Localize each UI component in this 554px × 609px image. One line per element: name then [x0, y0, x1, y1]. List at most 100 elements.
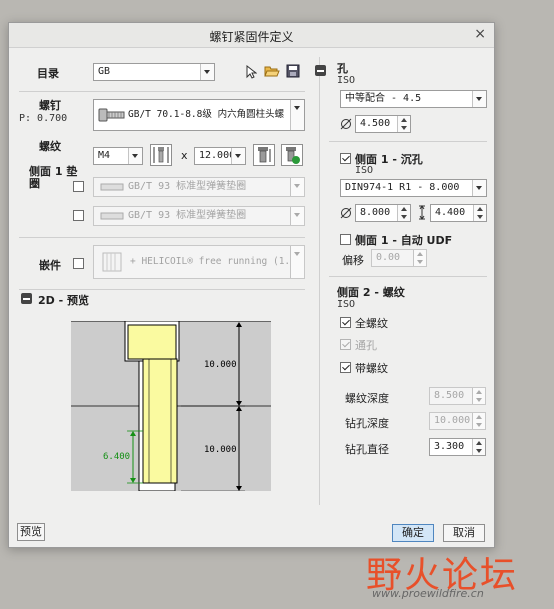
counterbore-depth-value: 4.400	[435, 207, 466, 218]
spinner-arrows[interactable]	[413, 250, 426, 266]
drill-diameter-value: 3.300	[434, 441, 465, 452]
thread-size-value: M4	[98, 150, 111, 161]
tapped-label: 带螺纹	[355, 362, 388, 375]
length-measure-icon	[258, 147, 271, 163]
fit-select[interactable]: 中等配合 - 4.5	[340, 90, 487, 108]
chevron-down-icon[interactable]	[128, 148, 142, 164]
counterbore-select[interactable]: DIN974-1 R1 - 8.000	[340, 179, 487, 197]
open-folder-icon[interactable]	[264, 64, 280, 78]
washer2-checkbox[interactable]	[73, 210, 84, 221]
screw-thumbnail-icon	[98, 108, 125, 122]
thread-size-select[interactable]: M4	[93, 147, 143, 165]
spinner-arrows[interactable]	[472, 413, 485, 429]
collapse-icon[interactable]	[315, 65, 326, 76]
length-measure-button[interactable]	[253, 144, 275, 166]
drill-diameter-label: 钻孔直径	[345, 443, 389, 456]
diameter-icon	[340, 118, 352, 130]
chevron-down-icon[interactable]	[231, 148, 245, 164]
counterbore-diameter-input[interactable]: 8.000	[355, 204, 411, 222]
preview-canvas: 10.000 10.000 6.400	[71, 321, 271, 491]
offset-value: 0.00	[376, 252, 401, 263]
thread-label: 螺纹	[39, 140, 61, 153]
length-add-icon	[286, 147, 300, 164]
thread-depth-input[interactable]: 8.500	[429, 387, 486, 405]
chevron-down-icon[interactable]	[290, 100, 304, 130]
thread-length-select[interactable]: 12.000	[194, 147, 246, 165]
thread-length-value: 12.000	[199, 150, 236, 161]
screw-label: 螺钉	[39, 99, 61, 112]
spinner-arrows[interactable]	[472, 439, 485, 455]
hole-diameter-value: 4.500	[360, 118, 391, 129]
column-divider	[319, 57, 320, 505]
washer1-checkbox[interactable]	[73, 181, 84, 192]
ok-button[interactable]: 确定	[392, 524, 434, 542]
auto-udf-checkbox[interactable]	[340, 234, 351, 245]
dimension-label-bottom: 10.000	[204, 445, 237, 455]
counterbore-depth-input[interactable]: 4.400	[430, 204, 487, 222]
screw-head	[127, 324, 177, 360]
through-hole-label: 通孔	[355, 339, 377, 352]
collapse-icon[interactable]	[21, 293, 32, 304]
catalog-label: 目录	[37, 67, 59, 80]
watermark-url: www.proewildfire.cn	[372, 587, 484, 600]
chevron-down-icon[interactable]	[472, 91, 486, 107]
chevron-down-icon[interactable]	[200, 64, 214, 80]
insert-thumbnail-icon	[102, 252, 122, 272]
screw-select[interactable]: GB/T 70.1-8.8级 内六角圆柱头螺	[93, 99, 305, 131]
catalog-select[interactable]: GB	[93, 63, 215, 81]
insert-label: 嵌件	[39, 259, 61, 272]
dimension-label-top: 10.000	[204, 360, 237, 370]
counterbore-standard: ISO	[355, 165, 374, 176]
thread-dim-label: 6.400	[103, 452, 130, 462]
spinner-arrows[interactable]	[472, 388, 485, 404]
depth-icon	[419, 205, 425, 220]
thread-size-button[interactable]	[150, 144, 172, 166]
drill-diameter-input[interactable]: 3.300	[429, 438, 486, 456]
cursor-icon[interactable]	[245, 65, 257, 79]
washer2-select[interactable]: GB/T 93 标准型弹簧垫圈	[93, 206, 305, 226]
drill-depth-value: 10.000	[434, 415, 471, 426]
close-icon[interactable]: ×	[474, 26, 486, 42]
hole-standard: ISO	[337, 75, 356, 86]
preview-button[interactable]: 预览	[17, 523, 45, 541]
spinner-arrows[interactable]	[397, 205, 410, 221]
chevron-down-icon[interactable]	[290, 207, 304, 225]
washer-thumbnail-icon	[100, 212, 124, 220]
chevron-down-icon[interactable]	[290, 246, 304, 278]
save-icon[interactable]	[286, 64, 300, 78]
spinner-arrows[interactable]	[473, 205, 486, 221]
pitch-text: P: 0.700	[19, 113, 68, 124]
washer2-value: GB/T 93 标准型弹簧垫圈	[128, 210, 247, 221]
drill-depth-label: 钻孔深度	[345, 417, 389, 430]
auto-udf-label: 侧面 1 - 自动 UDF	[355, 234, 453, 247]
insert-checkbox[interactable]	[73, 258, 84, 269]
side2-thread-label: 侧面 2 - 螺纹	[337, 286, 405, 299]
full-thread-checkbox[interactable]	[340, 317, 351, 328]
chevron-down-icon[interactable]	[472, 180, 486, 196]
offset-label: 偏移	[342, 254, 364, 267]
tapped-checkbox[interactable]	[340, 362, 351, 373]
separator	[329, 141, 487, 142]
drill-depth-input[interactable]: 10.000	[429, 412, 486, 430]
title-bar: 螺钉紧固件定义 ×	[9, 23, 494, 48]
counterbore-value: DIN974-1 R1 - 8.000	[345, 182, 460, 193]
offset-input[interactable]: 0.00	[371, 249, 427, 267]
thread-depth-value: 8.500	[434, 390, 465, 401]
separator	[19, 237, 305, 238]
through-hole-checkbox[interactable]	[340, 339, 351, 350]
full-thread-label: 全螺纹	[355, 317, 388, 330]
insert-select[interactable]: + HELICOIL® free running (1.0	[93, 245, 305, 279]
spinner-arrows[interactable]	[397, 116, 410, 132]
hole-diameter-input[interactable]: 4.500	[355, 115, 411, 133]
washer-label: 侧面 1 垫圈	[29, 165, 78, 190]
separator	[329, 276, 487, 277]
washer1-select[interactable]: GB/T 93 标准型弹簧垫圈	[93, 177, 305, 197]
length-add-button[interactable]	[281, 144, 303, 166]
chevron-down-icon[interactable]	[290, 178, 304, 196]
diameter-icon	[340, 207, 352, 219]
thread-depth-label: 螺纹深度	[345, 392, 389, 405]
times-sign: x	[181, 149, 188, 162]
insert-value: + HELICOIL® free running (1.0	[130, 256, 296, 267]
counterbore-checkbox[interactable]	[340, 153, 351, 164]
cancel-button[interactable]: 取消	[443, 524, 485, 542]
